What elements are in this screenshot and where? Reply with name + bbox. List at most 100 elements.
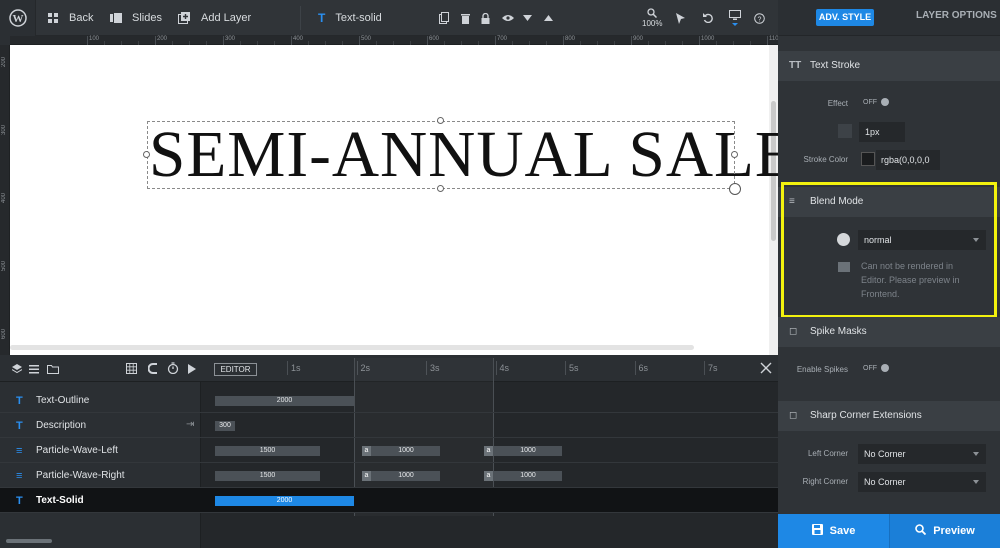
- add-layer-button[interactable]: Add Layer: [178, 0, 251, 36]
- timeline-bar[interactable]: 1000: [484, 446, 562, 456]
- stroke-width-field[interactable]: 1px: [859, 122, 905, 142]
- search-icon: [915, 524, 927, 536]
- eye-icon: [502, 15, 514, 21]
- skip-icon[interactable]: ⇥: [186, 419, 194, 430]
- device-caret-icon: [732, 23, 738, 26]
- ruler-major-tick: [223, 36, 224, 45]
- ruler-label: 200: [157, 36, 168, 42]
- timeline-bar[interactable]: 1000: [362, 446, 440, 456]
- copy-icon: [439, 12, 449, 24]
- folder-icon[interactable]: [47, 364, 59, 374]
- duplicate-button[interactable]: [439, 0, 449, 36]
- ruler-label: 600: [429, 36, 440, 42]
- add-layer-label: Add Layer: [201, 12, 252, 24]
- time-mark: 7s: [704, 357, 718, 379]
- resize-handle-bottom[interactable]: [437, 185, 444, 192]
- sharp-corner-title: Sharp Corner Extensions: [810, 410, 922, 421]
- list-icon[interactable]: [29, 365, 39, 374]
- ruler-major-tick: [699, 36, 700, 45]
- delete-button[interactable]: [461, 0, 470, 36]
- time-mark: 4s: [495, 357, 509, 379]
- timeline-row[interactable]: ≡ Particle-Wave-Left 1500 1000 1000: [0, 438, 778, 463]
- stopwatch-icon[interactable]: [167, 362, 179, 375]
- canvas-horizontal-scrollbar[interactable]: [10, 345, 694, 350]
- resize-handle-left[interactable]: [143, 151, 150, 158]
- help-icon: ?: [754, 12, 765, 24]
- timeline-row[interactable]: T Description ⇥ 300: [0, 413, 778, 438]
- ruler-label: 900: [633, 36, 644, 42]
- zoom-control[interactable]: 100%: [642, 0, 662, 36]
- canvas-vertical-scrollbar[interactable]: [769, 45, 778, 355]
- preview-button[interactable]: Preview: [889, 514, 1000, 548]
- move-down-button[interactable]: [523, 0, 532, 36]
- move-up-button[interactable]: [544, 0, 553, 36]
- adv-style-tab[interactable]: ADV. STYLE: [816, 9, 874, 26]
- spike-masks-section-header[interactable]: ◻ Spike Masks: [778, 317, 1000, 347]
- timeline-bar[interactable]: 1500: [215, 446, 320, 456]
- layers-stack-icon[interactable]: [11, 364, 23, 374]
- vertical-ruler: 200 300 400 500 600: [0, 45, 10, 355]
- trash-icon: [461, 13, 470, 24]
- resize-handle-right[interactable]: [731, 151, 738, 158]
- add-layer-icon: [178, 12, 190, 24]
- timeline-bar[interactable]: 1500: [215, 471, 320, 481]
- enable-spikes-toggle[interactable]: OFF: [863, 364, 889, 372]
- back-button[interactable]: Back: [48, 0, 93, 36]
- lock-icon: [481, 12, 490, 24]
- pointer-button[interactable]: [676, 0, 685, 36]
- text-icon: T: [16, 495, 23, 507]
- triangle-up-icon: [544, 15, 553, 21]
- close-timeline-icon[interactable]: [760, 362, 772, 374]
- timeline-scrollbar[interactable]: [6, 539, 52, 543]
- ruler-major-tick: [291, 36, 292, 45]
- text-icon: T: [16, 420, 23, 432]
- resize-handle-top[interactable]: [437, 117, 444, 124]
- timeline-row[interactable]: ≡ Particle-Wave-Right 1500 1000 1000: [0, 463, 778, 488]
- layer-options-tab[interactable]: LAYER OPTIONS: [916, 10, 997, 21]
- left-corner-label: Left Corner: [807, 449, 848, 458]
- right-corner-select[interactable]: No Corner: [858, 472, 986, 492]
- effect-toggle[interactable]: OFF: [863, 98, 889, 106]
- visibility-button[interactable]: [502, 0, 514, 36]
- device-selector[interactable]: [729, 0, 741, 36]
- editor-tab[interactable]: EDITOR: [214, 363, 257, 376]
- slide-canvas[interactable]: [10, 45, 769, 355]
- preview-label: Preview: [933, 525, 975, 537]
- save-button[interactable]: Save: [778, 514, 889, 548]
- timeline-bar[interactable]: 2000: [215, 396, 354, 406]
- save-label: Save: [829, 525, 856, 537]
- wordpress-logo-icon[interactable]: W: [0, 0, 36, 36]
- vruler-label: 300: [1, 125, 7, 136]
- vruler-label: 400: [1, 193, 7, 204]
- timeline-bar[interactable]: 1000: [362, 471, 440, 481]
- play-icon[interactable]: [188, 364, 196, 374]
- enable-spikes-toggle-label: OFF: [863, 364, 877, 372]
- stroke-color-swatch[interactable]: [861, 152, 875, 166]
- lock-button[interactable]: [481, 0, 490, 36]
- triangle-down-icon: [523, 15, 532, 21]
- timeline-bar[interactable]: 1000: [484, 471, 562, 481]
- help-button[interactable]: ?: [754, 0, 765, 36]
- grid-toggle-icon[interactable]: [126, 363, 137, 374]
- undo-button[interactable]: [703, 0, 713, 36]
- stroke-color-field[interactable]: rgba(0,0,0,0: [876, 150, 940, 170]
- slides-button[interactable]: Slides: [110, 0, 162, 36]
- timeline-bar[interactable]: 2000: [215, 496, 354, 506]
- text-stroke-section-header[interactable]: ТТ Text Stroke: [778, 51, 1000, 81]
- timeline-row[interactable]: T Text-Solid 2000: [0, 488, 778, 513]
- svg-text:?: ?: [758, 16, 762, 23]
- ruler-major-tick: [359, 36, 360, 45]
- left-corner-select[interactable]: No Corner: [858, 444, 986, 464]
- timeline-bar[interactable]: 300: [215, 421, 235, 431]
- current-layer-selector[interactable]: T Text-solid: [318, 0, 382, 36]
- blend-mode-highlight: [781, 182, 997, 318]
- magnet-icon[interactable]: [147, 363, 159, 374]
- timeline-row[interactable]: T Text-Outline 2000: [0, 388, 778, 413]
- svg-text:W: W: [12, 13, 23, 25]
- ruler-label: 300: [225, 36, 236, 42]
- rotate-handle-icon[interactable]: [729, 183, 741, 195]
- sharp-corner-section-header[interactable]: ◻ Sharp Corner Extensions: [778, 401, 1000, 431]
- layer-selection-box[interactable]: [147, 121, 735, 189]
- slides-label: Slides: [132, 12, 162, 24]
- ruler-label: 400: [293, 36, 304, 42]
